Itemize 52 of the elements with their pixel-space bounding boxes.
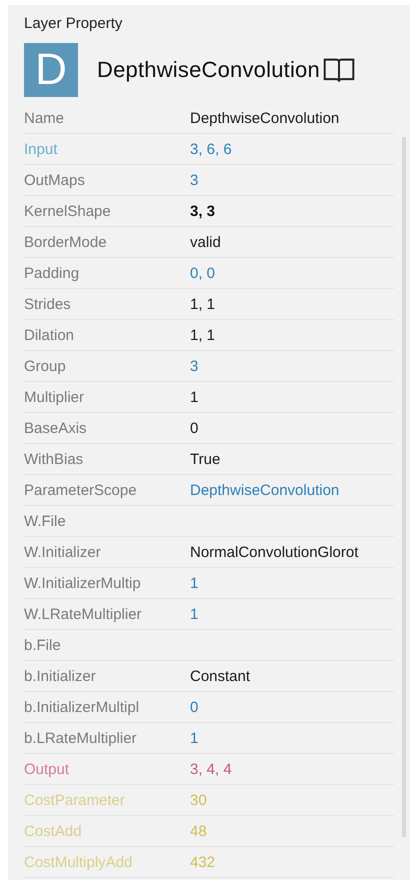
property-value: 1, 1 <box>190 326 216 344</box>
property-value: valid <box>190 234 221 250</box>
property-value: 1 <box>190 730 198 746</box>
property-label: W.File <box>24 512 67 530</box>
property-label: KernelShape <box>24 202 112 220</box>
property-value: 1, 1 <box>190 296 216 312</box>
property-label: OutMaps <box>24 172 86 188</box>
property-value: 3, 4, 4 <box>190 760 232 778</box>
property-label: b.Initializer <box>24 668 97 684</box>
property-label: CostParameter <box>24 792 126 808</box>
property-label: CostAdd <box>24 822 83 840</box>
property-value: 1 <box>190 388 198 406</box>
property-label: ParameterScope <box>24 482 138 498</box>
property-value: 3 <box>190 172 198 188</box>
property-value: Constant <box>190 668 250 684</box>
property-label: Name <box>24 110 66 126</box>
property-label: CostMultiplyAdd <box>24 854 134 870</box>
property-label: Padding <box>24 264 80 282</box>
property-label: Input <box>24 140 58 158</box>
property-value: 48 <box>190 822 207 840</box>
property-label: b.LRateMultiplier <box>24 730 138 746</box>
property-value: 3 <box>190 358 198 374</box>
property-value: 1 <box>190 574 198 592</box>
property-value: 3, 6, 6 <box>190 140 232 158</box>
property-label: Strides <box>24 296 72 312</box>
property-value: 432 <box>190 854 216 870</box>
property-value: 30 <box>190 792 207 808</box>
property-value: 3, 3 <box>190 202 216 220</box>
property-value: DepthwiseConvolution <box>190 110 340 126</box>
property-label: Multiplier <box>24 388 86 406</box>
property-label: Output <box>24 760 70 778</box>
property-label: Group <box>24 358 67 374</box>
panel-title: Layer Property <box>24 15 124 34</box>
property-label: W.Initializer <box>24 544 102 560</box>
property-label: BaseAxis <box>24 420 88 436</box>
property-value: 0, 0 <box>190 264 216 282</box>
property-label: Dilation <box>24 326 76 344</box>
property-label: W.InitializerMultip <box>24 574 142 592</box>
property-label: WithBias <box>24 450 84 468</box>
property-label: b.File <box>24 636 62 654</box>
property-value: NormalConvolutionGlorot <box>190 544 358 560</box>
property-value: 0 <box>190 420 198 436</box>
property-value: DepthwiseConvolution <box>190 482 340 498</box>
layer-name: DepthwiseConvolution <box>97 57 320 83</box>
property-value: True <box>190 450 220 468</box>
book-icon[interactable] <box>322 57 356 83</box>
property-label: BorderMode <box>24 234 108 250</box>
property-value: 1 <box>190 606 198 622</box>
property-label: W.LRateMultiplier <box>24 606 143 622</box>
property-value: 0 <box>190 698 198 716</box>
layer-type-icon: D <box>24 43 78 97</box>
property-label: b.InitializerMultipl <box>24 698 140 716</box>
